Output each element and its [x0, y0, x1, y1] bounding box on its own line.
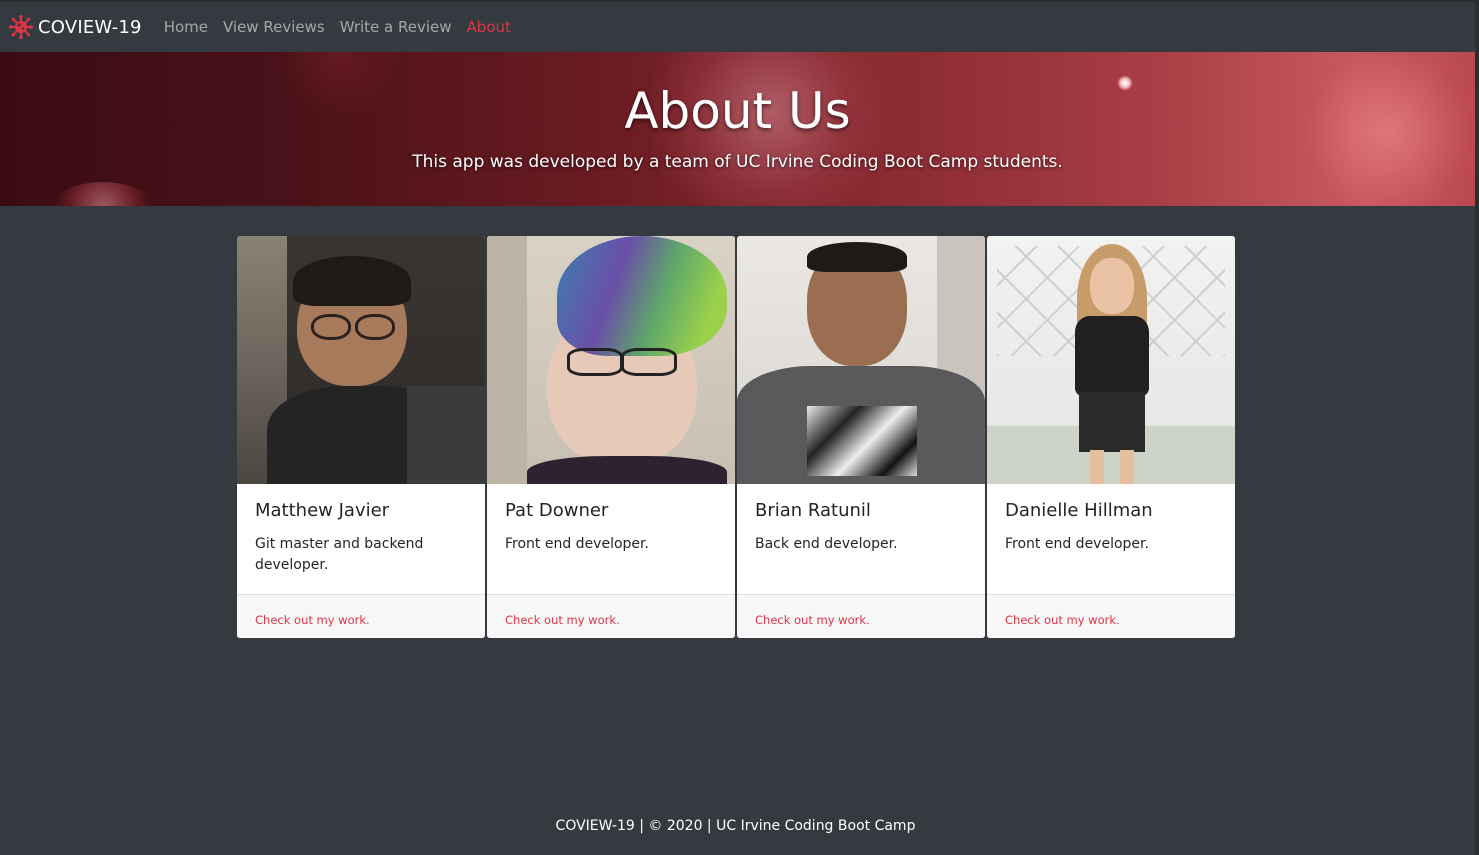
team-card: Brian Ratunil Back end developer. Check … [737, 236, 985, 638]
member-name: Danielle Hillman [1005, 500, 1153, 521]
card-body: Matthew Javier Git master and backend de… [237, 484, 485, 594]
nav-link-home[interactable]: Home [164, 18, 208, 36]
page-footer: COVIEW-19 | © 2020 | UC Irvine Coding Bo… [555, 818, 916, 834]
team-photo [987, 236, 1235, 484]
brand-link[interactable]: COVIEW-19 [9, 15, 142, 39]
portfolio-link[interactable]: Check out my work. [255, 613, 370, 627]
team-card: Pat Downer Front end developer. Check ou… [487, 236, 735, 638]
team-photo [487, 236, 735, 484]
card-footer: Check out my work. [737, 594, 985, 638]
window-edge [1475, 0, 1479, 855]
member-role: Back end developer. [755, 536, 898, 552]
member-role: Front end developer. [505, 536, 649, 552]
member-name: Brian Ratunil [755, 500, 871, 521]
virus-icon [9, 15, 33, 39]
portfolio-link[interactable]: Check out my work. [505, 613, 620, 627]
hero-virus-image-bottom-left [48, 182, 158, 206]
team-cards: Matthew Javier Git master and backend de… [237, 236, 1235, 638]
team-photo [737, 236, 985, 484]
nav-link-view-reviews[interactable]: View Reviews [223, 18, 325, 36]
card-footer: Check out my work. [237, 594, 485, 638]
navbar: COVIEW-19 Home View Reviews Write a Revi… [0, 0, 1479, 52]
nav-link-write-review[interactable]: Write a Review [340, 18, 452, 36]
card-body: Pat Downer Front end developer. [487, 484, 735, 594]
team-photo [237, 236, 485, 484]
portfolio-link[interactable]: Check out my work. [755, 613, 870, 627]
card-body: Brian Ratunil Back end developer. [737, 484, 985, 594]
brand-name: COVIEW-19 [38, 16, 142, 38]
page-title: About Us [624, 82, 851, 140]
portfolio-link[interactable]: Check out my work. [1005, 613, 1120, 627]
nav-link-about[interactable]: About [467, 18, 511, 36]
page-subtitle: This app was developed by a team of UC I… [412, 152, 1063, 172]
member-role: Front end developer. [1005, 536, 1149, 552]
team-card: Danielle Hillman Front end developer. Ch… [987, 236, 1235, 638]
card-footer: Check out my work. [987, 594, 1235, 638]
hero-banner: About Us This app was developed by a tea… [0, 52, 1475, 206]
card-footer: Check out my work. [487, 594, 735, 638]
team-card: Matthew Javier Git master and backend de… [237, 236, 485, 638]
member-name: Matthew Javier [255, 500, 390, 521]
card-body: Danielle Hillman Front end developer. [987, 484, 1235, 594]
member-role: Git master and backend developer. [255, 536, 424, 573]
member-name: Pat Downer [505, 500, 609, 521]
